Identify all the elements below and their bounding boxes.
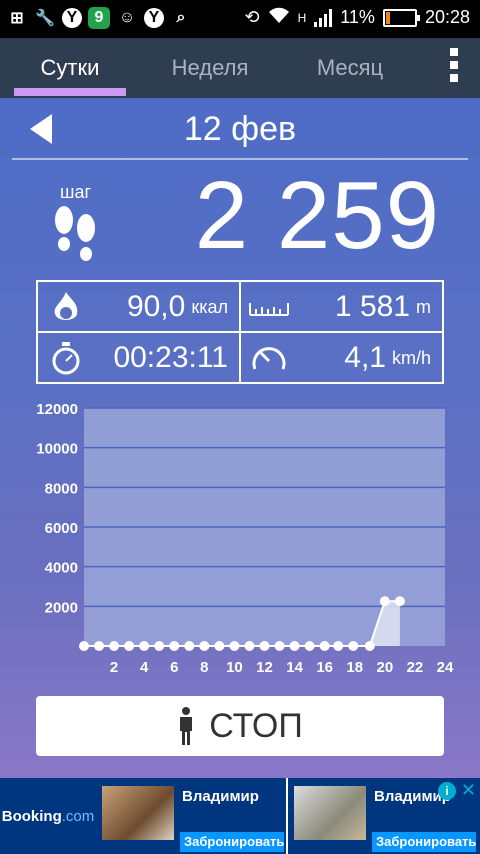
chart-point xyxy=(289,641,300,651)
status-bar: ⊞ 🔧 Y 9 ☺ Y ⌕ ⟲ H 11% 20:28 xyxy=(0,0,480,38)
ad-info-icon[interactable]: i xyxy=(438,782,456,800)
person-icon xyxy=(180,707,193,745)
chart-y-tick-label: 2000 xyxy=(45,599,78,616)
stop-button-label: СТОП xyxy=(209,706,303,745)
hourly-steps-chart: 120001000080006000400020002 4 6 8 10 12 14 16 18… xyxy=(36,401,454,676)
ad-book-button[interactable]: Забронировать xyxy=(180,832,284,852)
chart-point xyxy=(184,641,195,651)
add-notification-icon: ⊞ xyxy=(10,10,24,27)
chart-point xyxy=(154,641,165,651)
chart-point xyxy=(319,641,330,651)
stats-grid: 90,0 ккал 1 581 m 00:23:11 4,1 km/h xyxy=(36,280,444,384)
chart-x-tick-label: 14 xyxy=(286,659,303,676)
chart-x-tick-label: 10 xyxy=(226,659,243,676)
distance-cell: 1 581 m xyxy=(241,282,443,332)
search-icon: ⌕ xyxy=(176,9,186,26)
date-label: 12 фев xyxy=(183,110,297,148)
chart-point xyxy=(124,641,135,651)
ad-title: Владимир xyxy=(182,788,259,805)
flame-icon xyxy=(46,287,86,327)
calories-cell: 90,0 ккал xyxy=(38,282,240,332)
speed-unit: km/h xyxy=(391,347,431,368)
chart-point xyxy=(94,641,105,651)
chart-point xyxy=(394,596,405,607)
chat-icon: ☺ xyxy=(118,9,136,26)
chart-point xyxy=(304,641,315,651)
chart-x-tick-label: 24 xyxy=(437,659,454,676)
battery-icon xyxy=(382,8,420,27)
chart-point xyxy=(199,641,210,651)
system-status: ⟲ H 11% 20:28 xyxy=(244,6,470,29)
overflow-menu-icon[interactable] xyxy=(450,48,458,82)
date-navigator: 12 фев xyxy=(0,98,480,160)
chart-point xyxy=(274,641,285,651)
tab-week[interactable]: Неделя xyxy=(150,38,270,98)
app-9-icon: 9 xyxy=(88,7,110,29)
chart-y-tick-label: 10000 xyxy=(36,441,78,458)
chart-x-tick-label: 22 xyxy=(407,659,424,676)
distance-value: 1 581 xyxy=(334,290,410,323)
chart-y-tick-label: 6000 xyxy=(45,520,78,537)
chart-x-tick-label: 2 xyxy=(110,659,118,676)
wrench-icon: 🔧 xyxy=(35,10,55,27)
chart-x-tick-label: 12 xyxy=(256,659,273,676)
chart-x-tick-label: 16 xyxy=(316,659,333,676)
rotation-icon: ⟲ xyxy=(244,7,260,27)
chart-point xyxy=(259,641,270,651)
speed-value: 4,1 xyxy=(344,341,386,374)
tab-month[interactable]: Месяц xyxy=(290,38,410,98)
chart-point xyxy=(229,641,240,651)
chart-point xyxy=(79,641,89,651)
chart-y-tick-label: 8000 xyxy=(45,480,78,497)
chart-point xyxy=(333,641,344,651)
ad-photo xyxy=(294,786,366,840)
divider xyxy=(12,158,468,160)
chart-point xyxy=(109,641,120,651)
ad-close-icon[interactable]: ✕ xyxy=(461,780,476,801)
yandex-icon: Y xyxy=(62,8,82,28)
chart-x-tick-label: 18 xyxy=(346,659,363,676)
ad-book-button[interactable]: Забронировать xyxy=(372,832,476,852)
notification-icons: ⊞ 🔧 Y 9 ☺ Y ⌕ xyxy=(6,7,192,29)
chart-y-tick-label: 12000 xyxy=(36,401,78,418)
chart-x-tick-label: 6 xyxy=(170,659,178,676)
clock: 20:28 xyxy=(424,7,470,27)
speedometer-icon xyxy=(249,338,289,378)
chart-point xyxy=(139,641,150,651)
steps-label: шаг xyxy=(60,182,92,202)
booking-logo: Booking .com xyxy=(0,778,96,854)
ad-banner[interactable]: Booking .com Владимир Забронировать Влади… xyxy=(0,778,480,854)
stop-button[interactable]: СТОП xyxy=(36,696,444,756)
chart-x-tick-label: 20 xyxy=(376,659,393,676)
main-panel: 12 фев шаг 2 259 90,0 ккал 1 581 m 00:23:1… xyxy=(0,98,480,778)
battery-percent: 11% xyxy=(340,7,375,27)
ruler-icon xyxy=(249,287,289,327)
wifi-icon xyxy=(268,6,290,29)
chart-point xyxy=(214,641,225,651)
signal-icon xyxy=(314,8,333,27)
ad-card[interactable]: Владимир Забронировать xyxy=(96,778,286,854)
network-type: H xyxy=(297,10,307,25)
stopwatch-icon xyxy=(46,338,86,378)
chart-point xyxy=(348,641,359,651)
duration-cell: 00:23:11 xyxy=(38,333,240,383)
active-tab-indicator xyxy=(14,88,126,96)
steps-count: 2 259 xyxy=(194,162,440,269)
duration-value: 00:23:11 xyxy=(113,341,228,374)
chart-point xyxy=(379,596,390,607)
footprints-icon xyxy=(55,206,95,261)
chart-x-tick-label: 8 xyxy=(200,659,208,676)
yandex-browser-icon: Y xyxy=(144,8,164,28)
distance-unit: m xyxy=(416,296,431,317)
chart-x-tick-label: 4 xyxy=(140,659,149,676)
speed-cell: 4,1 km/h xyxy=(241,333,443,383)
calories-unit: ккал xyxy=(191,296,228,317)
chart-point xyxy=(169,641,180,651)
chart-point xyxy=(364,641,375,651)
chart-point xyxy=(244,641,255,651)
chart-y-tick-label: 4000 xyxy=(45,560,78,577)
calories-value: 90,0 xyxy=(126,290,186,323)
ad-photo xyxy=(102,786,174,840)
